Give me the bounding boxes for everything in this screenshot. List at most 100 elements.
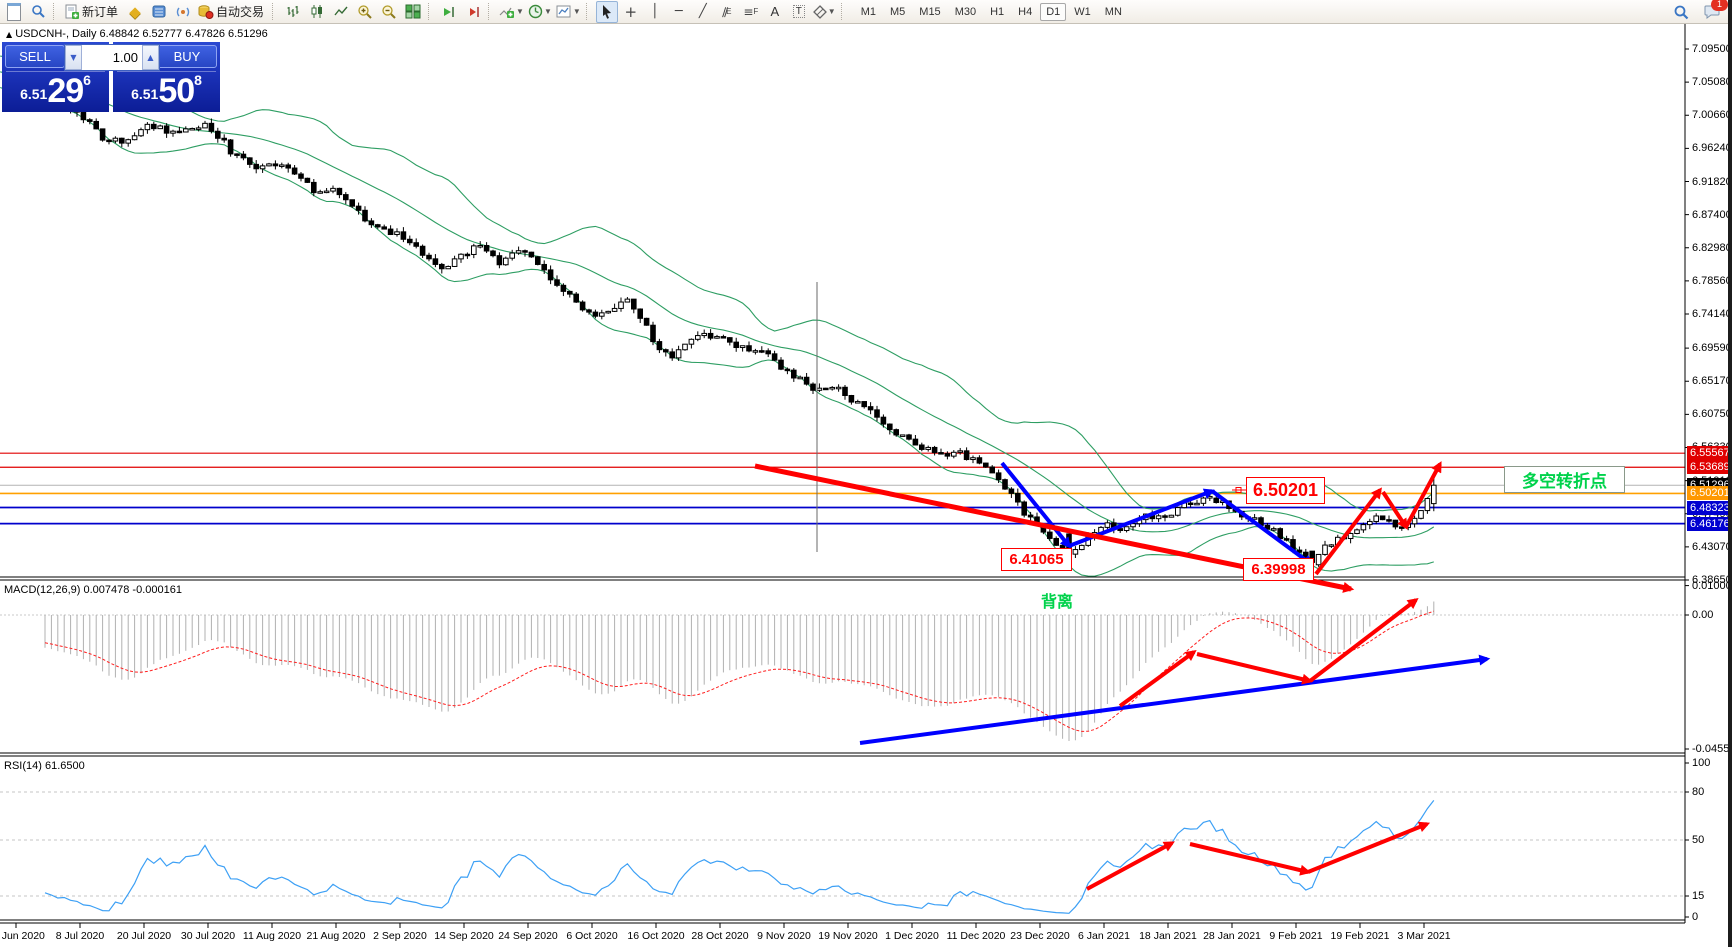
price-axis-label: 6.82980 [1692, 242, 1732, 254]
chart-shift-icon[interactable] [462, 1, 484, 23]
date-axis-label: 19 Feb 2021 [1331, 930, 1390, 942]
price-tag-6.48323: 6.48323 [1687, 501, 1732, 515]
date-axis-label: 3 Mar 2021 [1397, 930, 1450, 942]
market-depth-icon[interactable] [148, 1, 170, 23]
templates-icon[interactable]: ▼ [555, 1, 582, 23]
crosshair-icon[interactable]: + [620, 1, 642, 23]
date-axis-label: 18 Jan 2021 [1139, 930, 1197, 942]
buy-button[interactable]: BUY [157, 45, 217, 68]
volume-decrease-button[interactable]: ▼ [65, 45, 82, 70]
date-axis-label: 6 Jan 2021 [1078, 930, 1130, 942]
main-toolbar: 新订单 ◆ 自动交易 [0, 0, 1732, 24]
horizontal-line-icon[interactable]: ─ [668, 1, 690, 23]
timeframe-w1[interactable]: W1 [1068, 3, 1097, 21]
candlestick-chart-icon[interactable] [306, 1, 328, 23]
date-axis-label: 16 Oct 2020 [627, 930, 684, 942]
signal-icon[interactable] [172, 1, 194, 23]
date-axis-label: 30 Jul 2020 [181, 930, 235, 942]
rsi-axis-label: 80 [1692, 786, 1704, 798]
rsi_zigzag_red[interactable] [1190, 844, 1308, 872]
chart-window-icon[interactable] [3, 1, 25, 23]
rsi-axis-label: 15 [1692, 890, 1704, 902]
collapse-arrow-icon[interactable]: ▲ [6, 30, 12, 39]
date-axis-label: 14 Sep 2020 [434, 930, 494, 942]
new-order-button[interactable]: 新订单 [63, 1, 122, 23]
vertical-line-icon[interactable]: │ [644, 1, 666, 23]
price-axis-label: 6.60750 [1692, 408, 1732, 420]
price-axis-label: 6.91820 [1692, 176, 1732, 188]
periods-icon[interactable]: ▼ [527, 1, 553, 23]
volume-increase-button[interactable]: ▲ [142, 45, 159, 70]
chart-canvas[interactable] [0, 0, 1732, 947]
date-axis-label: 9 Feb 2021 [1269, 930, 1322, 942]
cursor-icon[interactable] [596, 1, 618, 23]
peak-price-label[interactable]: 6.50201 [1246, 477, 1325, 504]
line-chart-icon[interactable] [330, 1, 352, 23]
notifications-icon[interactable]: 1 [1701, 1, 1723, 23]
search-icon[interactable] [1670, 1, 1692, 23]
price-axis-label: 6.74140 [1692, 308, 1732, 320]
text-icon[interactable]: A [764, 1, 786, 23]
macd_zigzag_red[interactable] [1197, 654, 1310, 681]
price-axis-label: 6.87400 [1692, 209, 1732, 221]
low2-price-label[interactable]: 6.39998 [1243, 558, 1314, 581]
zoom-out-icon[interactable] [378, 1, 400, 23]
timeframe-m30[interactable]: M30 [949, 3, 982, 21]
low1-price-label[interactable]: 6.41065 [1001, 548, 1072, 571]
timeframe-h4[interactable]: H4 [1012, 3, 1038, 21]
timeframe-m1[interactable]: M1 [855, 3, 882, 21]
price-axis-label: 6.78560 [1692, 275, 1732, 287]
date-axis-label: 24 Sep 2020 [498, 930, 558, 942]
date-axis-label: 2 Sep 2020 [373, 930, 427, 942]
one-click-trading-panel: SELL 6.51296 BUY 6.51508 ▼ ▲ [2, 42, 220, 112]
price-axis-label: 6.65170 [1692, 375, 1732, 387]
date-axis-label: 28 Jan 2021 [1203, 930, 1261, 942]
timeframe-m5[interactable]: M5 [884, 3, 911, 21]
date-axis-label: 11 Aug 2020 [243, 930, 301, 942]
preview-icon[interactable] [27, 1, 49, 23]
timeframe-group: M1M5M15M30H1H4D1W1MN [854, 3, 1129, 21]
shapes-icon[interactable]: ▼ [812, 1, 837, 23]
chevron-down-icon: ▼ [70, 53, 76, 62]
fibonacci-icon[interactable]: ≡F [740, 1, 762, 23]
divergence-label[interactable]: 背离 [1034, 590, 1080, 610]
date-axis-label: 19 Nov 2020 [818, 930, 878, 942]
price-axis-label: 6.43070 [1692, 541, 1732, 553]
notification-badge: 1 [1711, 0, 1728, 11]
channel-icon[interactable]: ∕∕E [716, 1, 738, 23]
timeframe-m15[interactable]: M15 [913, 3, 946, 21]
timeframe-d1[interactable]: D1 [1040, 3, 1066, 21]
text-label-icon[interactable]: T [788, 1, 810, 23]
date-axis-label: 11 Dec 2020 [947, 930, 1006, 942]
volume-control: ▼ ▲ [64, 44, 160, 71]
indicators-icon[interactable]: ▼ [498, 1, 525, 23]
timeframe-h1[interactable]: H1 [984, 3, 1010, 21]
timeframe-mn[interactable]: MN [1099, 3, 1128, 21]
auto-scroll-icon[interactable] [438, 1, 460, 23]
macd-label: MACD(12,26,9) 0.007478 -0.000161 [4, 584, 182, 596]
new-order-icon [64, 4, 80, 20]
chart-symbol-title: ▲ USDCNH-, Daily 6.48842 6.52777 6.47826… [6, 28, 268, 40]
date-axis-label: 8 Jul 2020 [56, 930, 104, 942]
rsi_zigzag_red[interactable] [1308, 824, 1427, 872]
price-axis-label: 7.05080 [1692, 76, 1732, 88]
trendline-icon[interactable]: ╱ [692, 1, 714, 23]
sell-button[interactable]: SELL [5, 45, 65, 68]
price-axis-label: 6.96240 [1692, 142, 1732, 154]
price-tag-6.53689: 6.53689 [1687, 460, 1732, 474]
rsi-axis-label: 100 [1692, 757, 1710, 769]
sell-price: 6.51296 [2, 72, 109, 106]
price-tag-6.55567: 6.55567 [1687, 446, 1732, 460]
macd-axis-label: 0.010004 [1692, 580, 1732, 592]
tile-windows-icon[interactable] [402, 1, 424, 23]
auto-trading-button[interactable]: 自动交易 [196, 1, 268, 23]
buy-price: 6.51508 [113, 72, 220, 106]
price_zigzag_blue[interactable] [1002, 463, 1069, 546]
rsi_zigzag_red[interactable] [1087, 843, 1172, 889]
bar-chart-icon[interactable] [282, 1, 304, 23]
price-axis-label: 7.09500 [1692, 43, 1732, 55]
gold-icon[interactable]: ◆ [124, 1, 146, 23]
volume-input[interactable] [82, 45, 142, 70]
turning-point-label[interactable]: 多空转折点 [1504, 466, 1625, 493]
zoom-in-icon[interactable] [354, 1, 376, 23]
